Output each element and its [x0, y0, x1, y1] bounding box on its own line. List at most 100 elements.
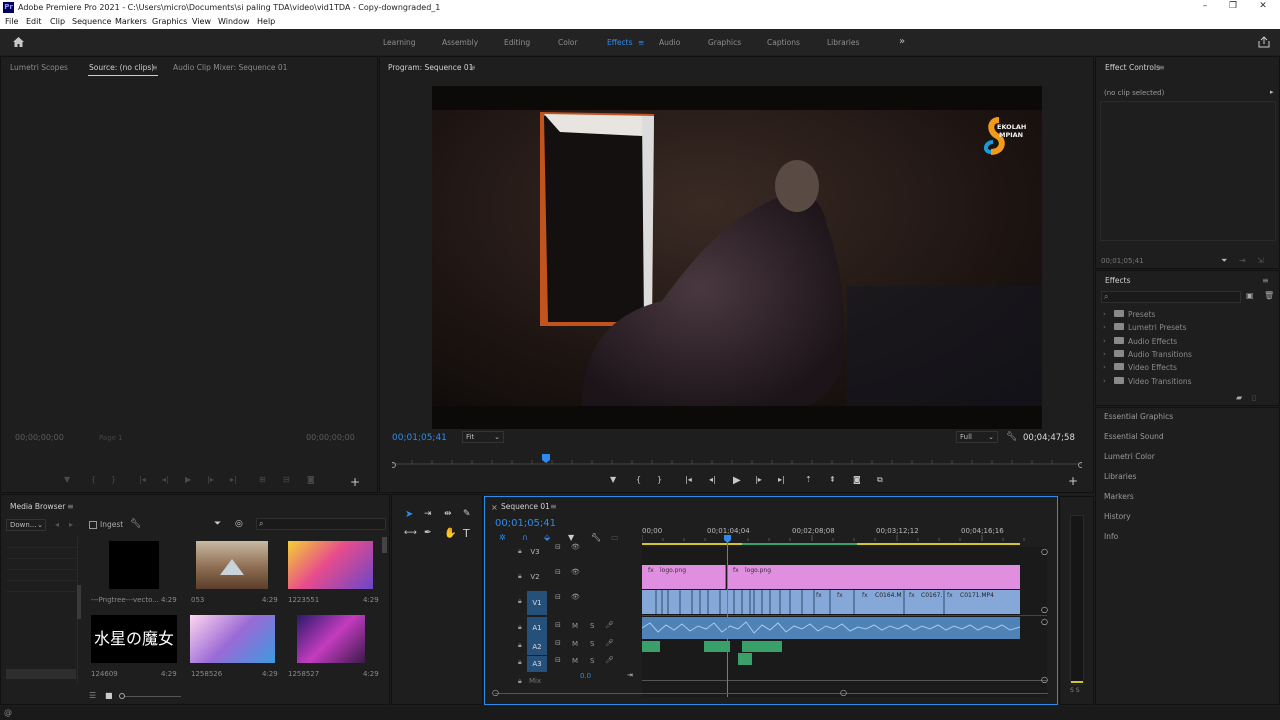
expand-arrow-icon[interactable]: › — [1103, 363, 1106, 371]
clip-logo-v2-a[interactable]: fx logo.png — [642, 565, 726, 589]
timeline-zoom-scrollbar[interactable] — [495, 693, 1048, 694]
share-icon[interactable] — [1258, 36, 1270, 48]
effect-controls-menu-icon[interactable]: ≡ — [1158, 63, 1165, 72]
icon-view-icon[interactable]: ■ — [105, 691, 113, 700]
overwrite-icon[interactable]: ⊟ — [283, 475, 290, 484]
tab-source[interactable]: Source: (no clips) — [89, 63, 154, 72]
zoom-slider-handle[interactable] — [119, 693, 125, 699]
source-panel-menu-icon[interactable]: ≡ — [151, 63, 158, 72]
type-tool-icon[interactable]: T — [463, 527, 470, 540]
new-bin-icon[interactable]: ▣ — [1246, 291, 1254, 300]
wrench-icon[interactable]: 🔧︎ — [1006, 432, 1017, 442]
add-marker-icon[interactable]: ⬙ — [544, 533, 550, 542]
program-menu-icon[interactable]: ≡ — [469, 63, 476, 72]
workspace-captions[interactable]: Captions — [767, 38, 800, 47]
menu-graphics[interactable]: Graphics — [152, 17, 187, 26]
go-to-in-icon[interactable]: |◂ — [139, 475, 146, 484]
tree-horizontal-scrollbar[interactable] — [6, 669, 76, 679]
sequence-menu-icon[interactable]: ≡ — [550, 502, 557, 511]
sync-lock-icon[interactable]: ⊟ — [555, 593, 561, 601]
track-select-tool-icon[interactable]: ⇥ — [424, 509, 432, 519]
step-forward-icon[interactable]: |▸ — [755, 475, 762, 484]
effects-folder-presets[interactable]: Presets — [1128, 310, 1155, 319]
close-sequence-icon[interactable]: × — [491, 503, 498, 512]
sync-lock-icon[interactable]: ⊟ — [555, 543, 561, 551]
lock-icon[interactable]: 🔒︎ — [518, 623, 522, 632]
expand-arrow-icon[interactable]: ▸ — [1270, 88, 1274, 96]
folder-tree[interactable] — [6, 537, 78, 683]
clip-strip-v1[interactable]: fx fx fx C0164.M fx C0167. fx C0171.MP4 — [642, 590, 1020, 614]
go-to-out-icon[interactable]: ▸| — [230, 475, 237, 484]
sync-lock-icon[interactable]: ⊟ — [555, 621, 561, 629]
workspace-assembly[interactable]: Assembly — [442, 38, 478, 47]
step-back-icon[interactable]: ◂| — [709, 475, 716, 484]
add-marker-icon[interactable]: ▼ — [610, 475, 616, 484]
playhead[interactable] — [727, 537, 728, 697]
zoom-slider[interactable] — [119, 696, 181, 697]
lock-icon[interactable]: 🔒︎ — [518, 677, 522, 686]
filter-icon[interactable]: ⏷ — [214, 519, 221, 529]
media-browser-title[interactable]: Media Browser — [10, 502, 65, 511]
panel-essential-graphics[interactable]: Essential Graphics — [1104, 412, 1173, 421]
forward-arrow-icon[interactable]: ▸ — [69, 520, 73, 529]
insert-icon[interactable]: ⊞ — [259, 475, 266, 484]
workspace-libraries[interactable]: Libraries — [827, 38, 859, 47]
minimize-button[interactable]: – — [1190, 1, 1220, 14]
effects-folder-video-effects[interactable]: Video Effects — [1128, 363, 1177, 372]
media-thumbnail[interactable] — [190, 615, 275, 663]
track-a3[interactable]: A3 — [527, 656, 547, 672]
media-thumbnail[interactable] — [288, 541, 373, 589]
camera-icon[interactable]: ◙ — [853, 475, 861, 484]
menu-file[interactable]: File — [5, 17, 18, 26]
media-browser-menu-icon[interactable]: ≡ — [67, 502, 74, 511]
effects-folder-audio-effects[interactable]: Audio Effects — [1128, 337, 1177, 346]
scroll-handle-icon[interactable]: ○ — [1041, 547, 1048, 556]
expand-arrow-icon[interactable]: › — [1103, 337, 1106, 345]
effects-search-input[interactable]: ⌕ — [1101, 291, 1241, 303]
media-search-input[interactable]: ⌕ — [256, 518, 386, 530]
track-v1[interactable]: V1 — [527, 591, 547, 615]
source-add-button-icon[interactable]: + — [350, 475, 360, 489]
fit-dropdown[interactable]: Fit ⌄ — [462, 431, 504, 443]
menu-markers[interactable]: Markers — [115, 17, 147, 26]
play-icon[interactable]: ▶ — [185, 475, 191, 484]
play-icon[interactable]: ▶ — [733, 475, 741, 486]
panel-markers[interactable]: Markers — [1104, 492, 1134, 501]
panel-history[interactable]: History — [1104, 512, 1131, 521]
track-area[interactable]: fx logo.png fx logo.png fx fx fx C0164.M… — [641, 537, 1048, 697]
media-scrollbar[interactable] — [382, 537, 387, 553]
ripple-edit-tool-icon[interactable]: ⇹ — [444, 509, 452, 519]
lock-icon[interactable]: 🔒︎ — [518, 547, 522, 556]
ingest-checkbox[interactable] — [89, 521, 97, 529]
track-a2[interactable]: A2 — [527, 639, 547, 655]
workspace-overflow-icon[interactable]: » — [899, 36, 905, 47]
solo-button[interactable]: S — [590, 622, 594, 630]
wrench-icon[interactable]: 🔧︎ — [130, 519, 141, 529]
compare-view-icon[interactable]: ⧉ — [877, 475, 883, 485]
slip-tool-icon[interactable]: ⟷ — [404, 528, 417, 538]
source-page-select[interactable]: Page 1 — [99, 434, 123, 442]
selection-tool-icon[interactable]: ➤ — [405, 509, 413, 520]
settings-wrench-icon[interactable]: 🔧︎ — [591, 533, 601, 542]
menu-help[interactable]: Help — [257, 17, 275, 26]
microphone-icon[interactable]: 🎤︎ — [605, 639, 614, 647]
workspace-menu-icon[interactable]: ≡ — [638, 38, 644, 47]
add-marker-icon[interactable]: ▼ — [64, 475, 70, 484]
program-monitor-title[interactable]: Program: Sequence 01 — [388, 63, 473, 72]
export-icon[interactable]: ⇥ — [1239, 256, 1246, 265]
tab-audio-clip-mixer[interactable]: Audio Clip Mixer: Sequence 01 — [173, 63, 287, 72]
mark-in-icon[interactable]: { — [91, 475, 96, 484]
lock-icon[interactable]: 🔒︎ — [518, 641, 522, 650]
track-v3[interactable]: V3 — [525, 544, 545, 560]
menu-sequence[interactable]: Sequence — [72, 17, 111, 26]
step-forward-icon[interactable]: |▸ — [207, 475, 214, 484]
panel-info[interactable]: Info — [1104, 532, 1118, 541]
location-dropdown[interactable]: Down... ⌄ — [6, 519, 46, 531]
step-back-icon[interactable]: ◂| — [162, 475, 169, 484]
media-thumbnail[interactable]: 水星の魔女 — [91, 615, 177, 663]
scroll-handle-icon[interactable]: ○ — [1041, 605, 1048, 614]
microphone-icon[interactable]: 🎤︎ — [605, 656, 614, 664]
lock-icon[interactable]: 🔒︎ — [518, 572, 522, 581]
captions-icon[interactable]: ▭ — [611, 533, 619, 542]
panel-libraries[interactable]: Libraries — [1104, 472, 1136, 481]
